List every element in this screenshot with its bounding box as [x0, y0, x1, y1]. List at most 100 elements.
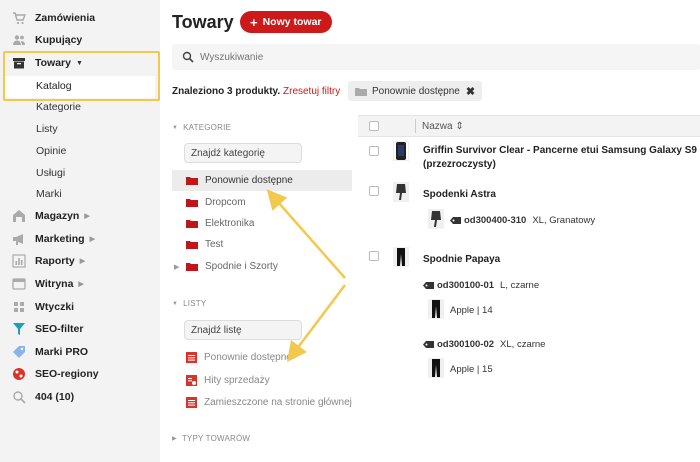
categories-section-toggle[interactable]: ▼ KATEGORIE: [172, 123, 231, 132]
category-item-test[interactable]: Test: [172, 234, 352, 255]
variant-store-stock: Apple | 14: [450, 305, 493, 316]
chip-label: Ponownie dostępne: [372, 85, 460, 97]
column-name-header[interactable]: Nazwa ⇕: [422, 121, 464, 132]
warehouse-icon: [12, 209, 26, 223]
search-bar[interactable]: [172, 44, 700, 70]
select-all-checkbox[interactable]: [369, 121, 379, 131]
list-item-bestsellers[interactable]: Hity sprzedaży: [186, 370, 270, 390]
chevron-down-icon: ▼: [172, 124, 179, 131]
variant-desc: XL, czarne: [500, 339, 546, 350]
sidebar-item-label: Kupujący: [35, 34, 83, 46]
katalog-active-bg: [5, 76, 155, 98]
product-thumbnail[interactable]: [393, 141, 409, 161]
table-header: Nazwa ⇕: [358, 115, 700, 137]
search-input[interactable]: [200, 51, 500, 63]
variant-sku: od300400-310: [464, 215, 527, 226]
plus-icon: +: [250, 14, 258, 30]
sidebar-sub-katalog[interactable]: Katalog: [36, 77, 72, 95]
product-variant[interactable]: od300100-01 L, czarne: [423, 280, 539, 291]
product-thumbnail[interactable]: [393, 247, 409, 267]
search-icon: [12, 390, 26, 404]
chevron-right-icon: ▶: [84, 213, 90, 220]
bestseller-list-icon: [186, 374, 197, 386]
product-name[interactable]: Griffin Survivor Clear - Pancerne etui S…: [423, 144, 697, 172]
list-search-input[interactable]: [184, 320, 302, 340]
chart-icon: [12, 254, 26, 268]
lists-section-toggle[interactable]: ▼ LISTY: [172, 299, 206, 308]
list-item-homepage[interactable]: Zamieszczone na stronie głównej: [186, 392, 352, 412]
users-icon: [12, 33, 26, 47]
sidebar-item-label: Witryna: [35, 278, 74, 290]
active-filter-chip[interactable]: Ponownie dostępne ✖: [348, 81, 483, 101]
folder-icon: [186, 220, 198, 228]
sidebar: Zamówienia Kupujący Towary ▼ Katalog Kat…: [0, 0, 160, 462]
list-icon: [186, 396, 197, 408]
box-icon: [12, 56, 26, 70]
barcode-tag-icon: [423, 341, 434, 348]
sidebar-item-seo-regions[interactable]: SEO-regiony: [12, 364, 99, 384]
new-product-button[interactable]: + Nowy towar: [240, 11, 332, 33]
variant-sku: od300100-01: [437, 280, 495, 291]
variant-thumbnail: [428, 358, 444, 378]
sidebar-sub-kategorie[interactable]: Kategorie: [36, 98, 81, 116]
sidebar-item-reports[interactable]: Raporty ▶: [12, 251, 85, 271]
chevron-right-icon[interactable]: ▶: [174, 263, 179, 271]
variant-thumbnail: [428, 299, 444, 319]
categories-title: KATEGORIE: [183, 123, 232, 132]
sidebar-item-seo-filter[interactable]: SEO-filter: [12, 319, 83, 339]
regions-icon: [12, 367, 26, 381]
chevron-down-icon: ▼: [75, 59, 83, 67]
list-item-restocked[interactable]: Ponownie dostępne: [186, 347, 292, 367]
sidebar-item-brands-pro[interactable]: Marki PRO: [12, 342, 88, 362]
close-icon[interactable]: ✖: [466, 85, 475, 98]
sidebar-item-label: Wtyczki: [35, 301, 75, 313]
sidebar-item-storefront[interactable]: Witryna ▶: [12, 274, 84, 294]
row-checkbox[interactable]: [369, 186, 379, 196]
product-name[interactable]: Spodenki Astra: [423, 188, 496, 202]
category-item-restocked[interactable]: Ponownie dostępne: [172, 170, 352, 191]
storefront-icon: [12, 277, 26, 291]
row-checkbox[interactable]: [369, 146, 379, 156]
category-item-dropcom[interactable]: Dropcom: [172, 192, 352, 213]
cart-icon: [12, 11, 26, 25]
sidebar-item-warehouse[interactable]: Magazyn ▶: [12, 206, 90, 226]
sidebar-sub-opinie[interactable]: Opinie: [36, 142, 66, 160]
folder-icon: [186, 177, 198, 185]
product-name[interactable]: Spodnie Papaya: [423, 253, 500, 267]
variant-desc: L, czarne: [500, 280, 540, 291]
tag-icon: [12, 345, 26, 359]
sidebar-item-plugins[interactable]: Wtyczki: [12, 297, 74, 317]
list-label: Ponownie dostępne: [204, 351, 292, 363]
chevron-right-icon: ▶: [172, 436, 177, 442]
folder-icon: [186, 241, 198, 249]
category-item-pants[interactable]: ▶ Spodnie i Szorty: [172, 256, 352, 277]
product-variant[interactable]: od300100-02 XL, czarne: [423, 339, 545, 350]
variant-desc: XL, Granatowy: [532, 215, 596, 226]
chevron-right-icon: ▶: [78, 281, 84, 288]
sidebar-item-marketing[interactable]: Marketing ▶: [12, 229, 95, 249]
sidebar-item-label: Raporty: [35, 255, 75, 267]
chevron-right-icon: ▶: [79, 258, 86, 265]
sidebar-sub-listy[interactable]: Listy: [36, 120, 58, 138]
category-item-electronics[interactable]: Elektronika: [172, 213, 352, 234]
sidebar-item-label: Marketing: [35, 233, 85, 245]
product-thumbnail[interactable]: [393, 182, 409, 202]
row-checkbox[interactable]: [369, 251, 379, 261]
category-search-input[interactable]: [184, 143, 302, 163]
category-label: Ponownie dostępne: [205, 175, 293, 186]
sidebar-item-label: Towary: [35, 57, 71, 69]
folder-icon: [355, 87, 367, 96]
reset-filters-link[interactable]: Zresetuj filtry: [283, 86, 340, 97]
sidebar-sub-marki[interactable]: Marki: [36, 185, 62, 203]
sidebar-sub-uslugi[interactable]: Usługi: [36, 164, 65, 182]
product-types-section-toggle[interactable]: ▶ TYPY TOWARÓW: [172, 434, 250, 443]
category-label: Dropcom: [205, 197, 246, 208]
sidebar-item-customers[interactable]: Kupujący: [12, 30, 82, 50]
variant-sku: od300100-02: [437, 339, 495, 350]
product-variant[interactable]: od300400-310 XL, Granatowy: [450, 215, 595, 226]
product-name-line: (przezroczysty): [423, 159, 496, 170]
sidebar-item-products[interactable]: Towary ▼: [12, 53, 83, 73]
filter-icon: [12, 322, 26, 336]
sidebar-item-orders[interactable]: Zamówienia: [12, 8, 95, 28]
sidebar-item-404[interactable]: 404 (10): [12, 387, 74, 407]
